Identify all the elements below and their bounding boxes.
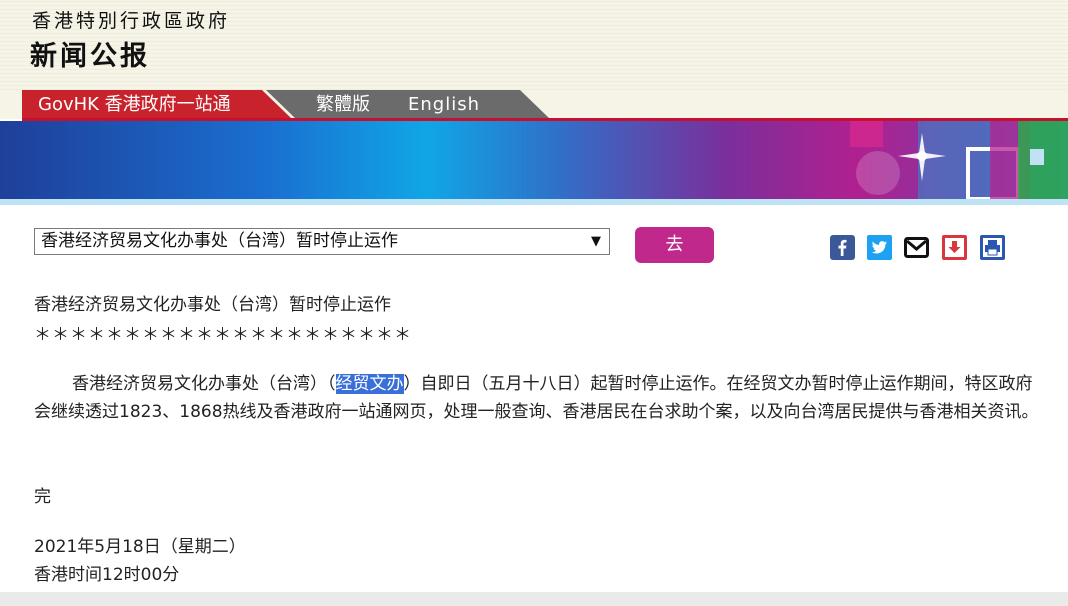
article-body: 香港经济贸易文化办事处（台湾）（经贸文办）自即日（五月十八日）起暂时停止运作。在… <box>34 370 1044 426</box>
press-release-select[interactable]: 香港经济贸易文化办事处（台湾）暂时停止运作 ▼ <box>34 228 610 255</box>
selected-text: 经贸文办 <box>335 374 404 394</box>
header: 香港特別行政區政府 新闻公报 <box>0 0 1068 90</box>
article-subject: 香港经济贸易文化办事处（台湾）暂时停止运作 <box>34 295 391 315</box>
go-button[interactable]: 去 <box>635 227 714 263</box>
article-time: 香港时间12时00分 <box>34 565 180 585</box>
download-icon[interactable] <box>942 235 967 260</box>
govhk-link[interactable]: GovHK 香港政府一站通 <box>22 90 292 119</box>
facebook-icon[interactable] <box>830 235 855 260</box>
banner-graphic <box>850 121 1068 199</box>
separator-stars: ＊＊＊＊＊＊＊＊＊＊＊＊＊＊＊＊＊＊＊＊＊ <box>34 325 412 345</box>
traditional-chinese-link[interactable]: 繁體版 <box>316 90 370 119</box>
english-link[interactable]: English <box>408 90 480 119</box>
header-banner <box>0 121 1068 199</box>
banner-underline <box>0 199 1068 205</box>
article-date: 2021年5月18日（星期二） <box>34 537 246 557</box>
article-end-mark: 完 <box>34 487 51 507</box>
email-icon[interactable] <box>904 235 929 260</box>
select-value: 香港经济贸易文化办事处（台湾）暂时停止运作 <box>41 231 398 251</box>
government-name: 香港特別行政區政府 <box>32 10 231 32</box>
page-title: 新闻公报 <box>30 41 150 72</box>
twitter-icon[interactable] <box>867 235 892 260</box>
footer-strip <box>0 592 1068 606</box>
print-icon[interactable] <box>980 235 1005 260</box>
dropdown-arrow-icon: ▼ <box>591 234 601 249</box>
body-text-start: 香港经济贸易文化办事处（台湾）（ <box>72 374 336 394</box>
